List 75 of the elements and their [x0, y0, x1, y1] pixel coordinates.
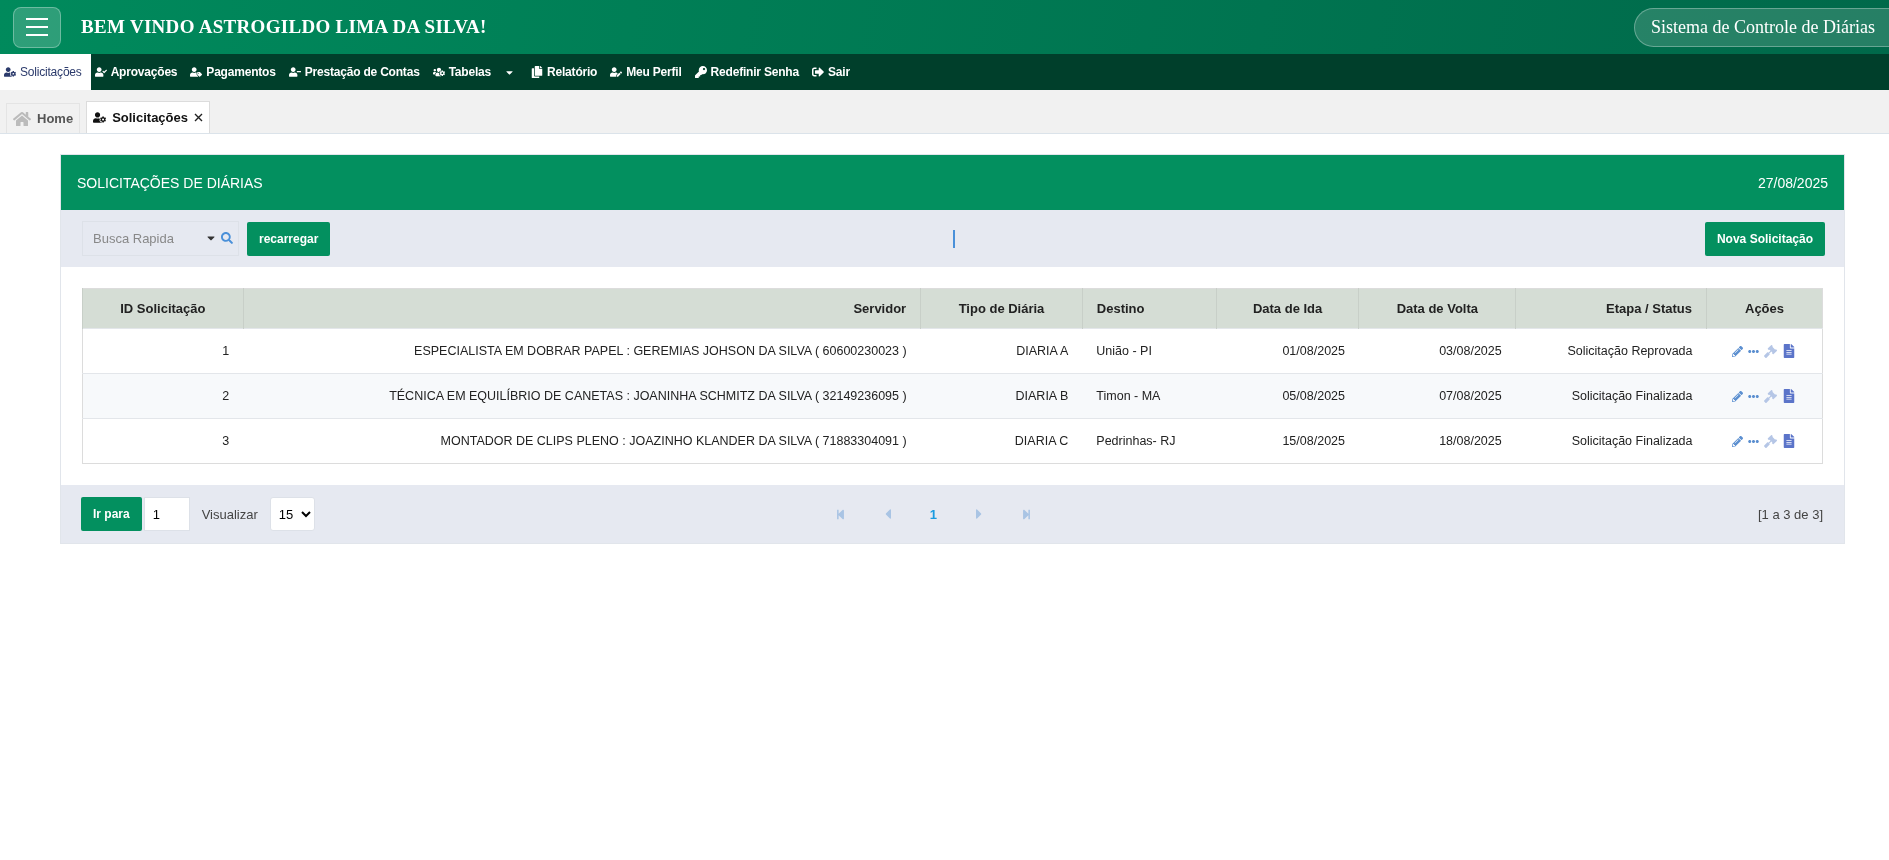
user-gear-icon: [4, 66, 16, 78]
user-gear-icon: [93, 111, 107, 124]
table-cell: TÉCNICA EM EQUILÍBRIO DE CANETAS : JOANINHA SCHMITZ DA SILVA ( 32149236095 ): [243, 373, 921, 419]
table-cell: 2: [82, 373, 244, 419]
gavel-icon[interactable]: [1764, 344, 1778, 358]
user-tag-icon: [190, 66, 203, 78]
table-cell: Pedrinhas- RJ: [1082, 418, 1217, 464]
text-cursor: [953, 229, 956, 248]
column-header: Destino: [1082, 288, 1217, 329]
column-header: Etapa / Status: [1515, 288, 1707, 329]
column-header: Data de Ida: [1216, 288, 1359, 329]
table-cell: 07/08/2025: [1359, 373, 1516, 419]
panel-date: 27/08/2025: [1757, 174, 1828, 191]
page-tab[interactable]: Solicitações: [86, 101, 210, 133]
table-cell: ESPECIALISTA EM DOBRAR PAPEL : GEREMIAS JOHSON DA SILVA ( 60600230023 ): [243, 328, 921, 374]
table-cell: Solicitação Reprovada: [1515, 328, 1707, 374]
menu-item[interactable]: Tabelas: [428, 54, 501, 90]
column-header: Tipo de Diária: [920, 288, 1083, 329]
table-cell: MONTADOR DE CLIPS PLENO : JOAZINHO KLANDER DA SILVA ( 71883304091 ): [243, 418, 921, 464]
sign-out-icon: [811, 66, 824, 78]
users-gear-icon: [432, 66, 445, 78]
table-cell: Solicitação Finalizada: [1515, 373, 1707, 419]
menu-item[interactable]: Solicitações: [0, 54, 91, 90]
search-field[interactable]: Busca Rapida: [82, 221, 239, 256]
page-tab[interactable]: Home: [6, 103, 81, 133]
table-cell: União - PI: [1082, 328, 1217, 374]
document-icon[interactable]: [1782, 434, 1797, 448]
table-cell: DIARIA C: [920, 418, 1083, 464]
home-icon: [13, 109, 31, 128]
menu-item[interactable]: Pagamentos: [186, 54, 285, 90]
copy-icon: [531, 66, 544, 78]
table-cell: DIARIA B: [920, 373, 1083, 419]
table-cell: 3: [82, 418, 244, 464]
record-range: [1 a 3 de 3]: [1757, 506, 1823, 522]
menu-item[interactable]: Redefinir Senha: [690, 54, 808, 90]
table-cell: DIARIA A: [920, 328, 1083, 374]
document-icon[interactable]: [1782, 344, 1797, 358]
reload-button[interactable]: recarregar: [247, 221, 331, 256]
go-to-button[interactable]: Ir para: [81, 497, 142, 531]
table-cell: Solicitação Finalizada: [1515, 418, 1707, 464]
column-header: Ações: [1706, 288, 1823, 329]
user-edit-icon: [610, 66, 623, 78]
table-cell: 15/08/2025: [1216, 418, 1359, 464]
menu-item[interactable]: Meu Perfil: [606, 54, 691, 90]
page-input[interactable]: 1: [143, 497, 190, 531]
menu-item[interactable]: Relatório: [527, 54, 607, 90]
column-header: Servidor: [243, 288, 921, 329]
pencil-icon[interactable]: [1732, 435, 1744, 447]
user-check-icon: [94, 66, 107, 78]
close-icon[interactable]: [194, 113, 203, 122]
column-header: Data de Volta: [1359, 288, 1516, 329]
table-cell: 18/08/2025: [1359, 418, 1516, 464]
document-icon[interactable]: [1782, 389, 1797, 403]
gavel-icon[interactable]: [1764, 434, 1778, 448]
table-cell: Timon - MA: [1082, 373, 1217, 419]
column-header: ID Solicitação: [82, 288, 244, 329]
menu-item[interactable]: Sair: [807, 54, 859, 90]
table-cell: 01/08/2025: [1216, 328, 1359, 374]
system-name: Sistema de Controle de Diárias: [1634, 7, 1889, 47]
page-size-select[interactable]: 15: [269, 497, 315, 531]
menu-item[interactable]: Prestação de Contas: [284, 54, 429, 90]
panel-title: SOLICITAÇÕES DE DIÁRIAS: [77, 174, 263, 191]
table-cell: 05/08/2025: [1216, 373, 1359, 419]
user-minus-icon: [288, 66, 301, 78]
pencil-icon[interactable]: [1732, 390, 1744, 402]
new-request-button[interactable]: Nova Solicitação: [1704, 221, 1825, 256]
welcome-title: BEM VINDO ASTROGILDO LIMA DA SILVA!: [81, 16, 488, 38]
search-icon[interactable]: [221, 232, 233, 244]
table-cell: 1: [82, 328, 244, 374]
menu-button[interactable]: [13, 6, 61, 48]
table-cell: 03/08/2025: [1359, 328, 1516, 374]
view-label: Visualizar: [201, 506, 258, 522]
key-icon: [694, 66, 707, 78]
menu-item[interactable]: Aprovações: [90, 54, 187, 90]
pencil-icon[interactable]: [1732, 345, 1744, 357]
